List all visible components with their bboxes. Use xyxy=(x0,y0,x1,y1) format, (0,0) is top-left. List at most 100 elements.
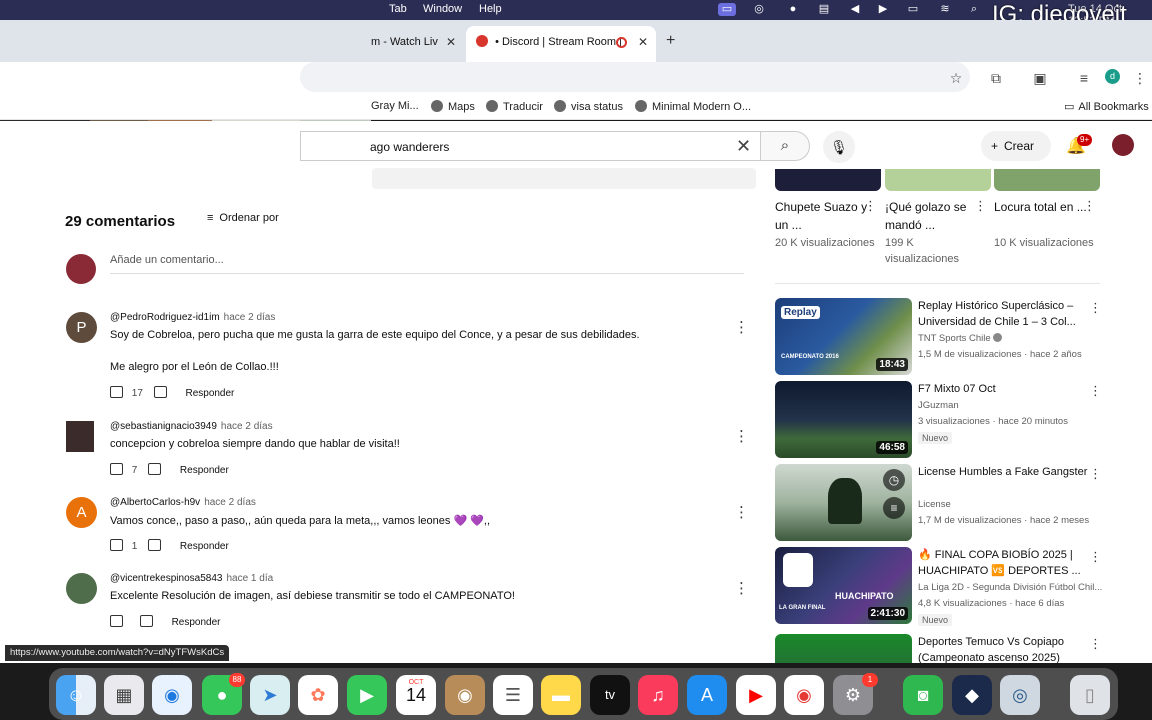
sort-button[interactable]: ≡ Ordenar por xyxy=(207,212,279,224)
like-icon[interactable] xyxy=(110,386,123,398)
card-menu-icon[interactable]: ⋮ xyxy=(1083,198,1096,214)
bookmark-traducir[interactable]: Traducir xyxy=(486,100,543,113)
reply-button[interactable]: Responder xyxy=(180,465,229,476)
dislike-icon[interactable] xyxy=(139,615,153,627)
search-icon[interactable]: ⌕ xyxy=(967,3,981,16)
video-menu-icon[interactable]: ⋮ xyxy=(1089,300,1102,316)
watch-later-icon[interactable]: ◷ xyxy=(883,469,905,491)
thumbnail[interactable] xyxy=(994,169,1100,191)
reply-button[interactable]: Responder xyxy=(172,617,221,628)
create-button[interactable]: + Crear xyxy=(981,131,1051,161)
reply-button[interactable]: Responder xyxy=(185,388,234,399)
bookmark-gray-mi[interactable]: Gray Mi... xyxy=(371,100,419,112)
comment-menu-icon[interactable]: ⋮ xyxy=(734,579,749,597)
card-title[interactable]: ¡Qué golazo se mandó ... xyxy=(885,198,980,234)
video-title[interactable]: F7 Mixto 07 Oct xyxy=(918,381,1094,397)
all-bookmarks[interactable]: ▭ All Bookmarks xyxy=(1064,100,1149,113)
video-menu-icon[interactable]: ⋮ xyxy=(1089,636,1102,652)
profile-avatar[interactable]: d xyxy=(1105,69,1120,84)
cast-icon[interactable]: ▣ xyxy=(1031,69,1049,87)
related-video[interactable]: Deportes Temuco Vs Copiapo (Campeonato a… xyxy=(775,634,1105,663)
like-icon[interactable] xyxy=(110,615,123,627)
thumbnail[interactable]: HUACHIPATO LA GRAN FINAL 2:41:30 xyxy=(775,547,912,624)
thumbnail[interactable] xyxy=(885,169,991,191)
wifi-icon[interactable]: ≋ xyxy=(938,3,952,16)
like-icon[interactable] xyxy=(110,539,123,551)
channel-name[interactable]: JGuzman xyxy=(918,400,959,411)
app-store-icon[interactable]: A xyxy=(687,675,727,715)
calendar-icon[interactable]: OCT 14 xyxy=(396,675,436,715)
related-video[interactable]: 46:58 F7 Mixto 07 Oct JGuzman 3 visualiz… xyxy=(775,381,1105,459)
channel-name[interactable]: License xyxy=(918,499,951,510)
bookmark-star-icon[interactable]: ☆ xyxy=(947,69,965,87)
extensions-icon[interactable]: ⧉ xyxy=(987,69,1005,87)
comment-menu-icon[interactable]: ⋮ xyxy=(734,427,749,445)
related-video[interactable]: ◷ ≡ License Humbles a Fake Gangster Lice… xyxy=(775,464,1105,542)
add-comment-input[interactable]: Añade un comentario... xyxy=(110,254,744,274)
reply-button[interactable]: Responder xyxy=(180,541,229,552)
close-icon[interactable]: ✕ xyxy=(638,26,648,58)
volume-icon[interactable]: ◀ xyxy=(848,3,862,16)
comment-menu-icon[interactable]: ⋮ xyxy=(734,318,749,336)
reminders-icon[interactable]: ☰ xyxy=(493,675,533,715)
tab-watch-live[interactable]: m - Watch Liv ✕ xyxy=(371,26,466,62)
thumbnail[interactable]: ◷ ≡ xyxy=(775,464,912,541)
screen-mirror-icon[interactable]: ▭ xyxy=(718,3,736,16)
related-video[interactable]: Replay CAMPEONATO 2016 18:43 Replay Hist… xyxy=(775,298,1105,376)
bookmark-maps[interactable]: Maps xyxy=(431,100,475,113)
menu-window[interactable]: Window xyxy=(423,3,462,15)
trash-icon[interactable]: ▯ xyxy=(1070,675,1110,715)
comment-author[interactable]: @vicentrekespinosa5843 hace 1 día xyxy=(110,573,273,584)
avatar[interactable]: P xyxy=(66,312,97,343)
photos-icon[interactable]: ✿ xyxy=(298,675,338,715)
thumbnail[interactable]: Replay CAMPEONATO 2016 18:43 xyxy=(775,298,912,375)
avatar[interactable] xyxy=(66,421,94,452)
comment-author[interactable]: @sebastianignacio3949 hace 2 días xyxy=(110,421,273,432)
dislike-icon[interactable] xyxy=(153,386,167,398)
bookmark-visa-status[interactable]: visa status xyxy=(554,100,623,113)
finder-icon[interactable]: ☺ xyxy=(56,675,96,715)
media-controls-icon[interactable]: ≡ xyxy=(1075,69,1093,87)
thumbnail[interactable] xyxy=(775,634,912,663)
add-to-queue-icon[interactable]: ≡ xyxy=(883,497,905,519)
quicktime-icon[interactable]: ◎ xyxy=(1000,675,1040,715)
video-title[interactable]: Deportes Temuco Vs Copiapo (Campeonato a… xyxy=(918,634,1094,663)
menu-tab[interactable]: Tab xyxy=(389,3,407,15)
cloud-icon[interactable]: ◎ xyxy=(752,3,766,16)
facetime-icon[interactable]: ▶ xyxy=(347,675,387,715)
battery-icon[interactable]: ▭ xyxy=(906,3,920,16)
mic-icon[interactable]: 🎙 xyxy=(823,131,855,163)
menu-help[interactable]: Help xyxy=(479,3,502,15)
contacts-icon[interactable]: ◉ xyxy=(445,675,485,715)
apple-tv-icon[interactable]: tv xyxy=(590,675,630,715)
youtube-icon[interactable]: ▶ xyxy=(736,675,776,715)
card-title[interactable]: Chupete Suazo y un ... xyxy=(775,198,870,234)
music-icon[interactable]: ♫ xyxy=(638,675,678,715)
play-icon[interactable]: ▶ xyxy=(876,3,890,16)
keyboard-icon[interactable]: ▤ xyxy=(817,3,831,16)
new-tab-button[interactable]: + xyxy=(666,32,675,50)
avatar[interactable] xyxy=(66,573,97,604)
davinci-resolve-icon[interactable]: ◆ xyxy=(952,675,992,715)
comment-author[interactable]: @AlbertoCarlos-h9v hace 2 días xyxy=(110,497,256,508)
like-icon[interactable] xyxy=(110,463,123,475)
video-menu-icon[interactable]: ⋮ xyxy=(1089,383,1102,399)
address-bar[interactable] xyxy=(300,62,970,92)
video-title[interactable]: 🔥 FINAL COPA BIOBÍO 2025 | HUACHIPATO 🆚 … xyxy=(918,547,1094,579)
related-video[interactable]: HUACHIPATO LA GRAN FINAL 2:41:30 🔥 FINAL… xyxy=(775,547,1105,626)
more-menu-icon[interactable]: ⋮ xyxy=(1131,69,1149,87)
thumbnail[interactable]: 46:58 xyxy=(775,381,912,458)
card-menu-icon[interactable]: ⋮ xyxy=(864,198,877,214)
video-title[interactable]: Replay Histórico Superclásico – Universi… xyxy=(918,298,1094,330)
channel-name[interactable]: La Liga 2D - Segunda División Fútbol Chi… xyxy=(918,582,1102,593)
comment-author[interactable]: @PedroRodriguez-id1im hace 2 días xyxy=(110,312,275,323)
chrome-icon[interactable]: ◉ xyxy=(784,675,824,715)
tab-discord[interactable]: • Discord | Stream Room | ✕ xyxy=(466,26,656,62)
close-icon[interactable]: ✕ xyxy=(446,26,456,58)
card-title[interactable]: Locura total en ... xyxy=(994,198,1089,216)
video-menu-icon[interactable]: ⋮ xyxy=(1089,466,1102,482)
video-menu-icon[interactable]: ⋮ xyxy=(1089,549,1102,565)
account-avatar[interactable] xyxy=(1112,134,1134,156)
channel-name[interactable]: TNT Sports Chile xyxy=(918,333,1003,344)
notes-icon[interactable]: ▬ xyxy=(541,675,581,715)
